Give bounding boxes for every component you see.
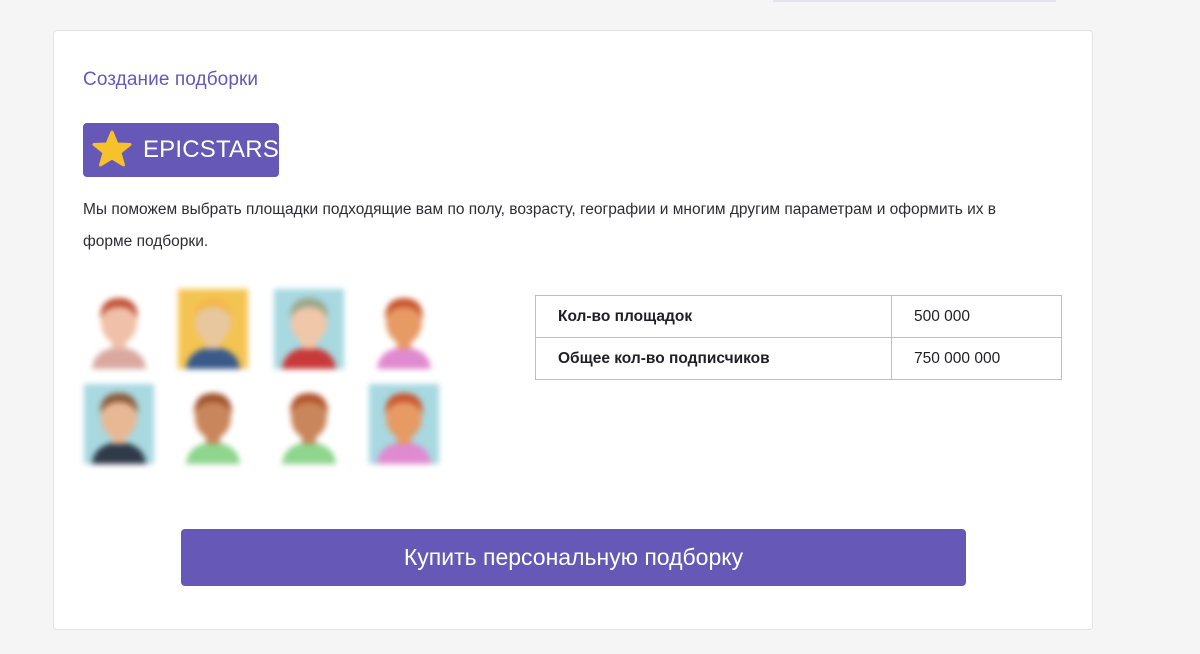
table-row: Кол-во площадок 500 000 xyxy=(535,295,1062,338)
stat-value: 750 000 000 xyxy=(891,337,1062,380)
brand-name: EPICSTARS xyxy=(142,136,279,163)
buy-collection-button[interactable]: Купить персональную подборку xyxy=(181,529,966,586)
avatar xyxy=(178,384,248,464)
brand-logo: EPICSTARS xyxy=(83,123,279,177)
stat-label: Кол-во площадок xyxy=(535,295,892,338)
avatar xyxy=(84,289,154,369)
avatar xyxy=(84,384,154,464)
avatar xyxy=(178,289,248,369)
top-strip xyxy=(773,0,1056,2)
avatar-grid xyxy=(84,289,464,479)
table-row: Общее кол-во подписчиков 750 000 000 xyxy=(535,337,1062,380)
avatar xyxy=(274,289,344,369)
description-text: Мы поможем выбрать площадки подходящие в… xyxy=(83,201,997,250)
stat-label: Общее кол-во подписчиков xyxy=(535,337,892,380)
star-icon xyxy=(90,128,134,172)
stat-value: 500 000 xyxy=(891,295,1062,338)
avatar xyxy=(369,384,439,464)
avatar xyxy=(274,384,344,464)
avatar xyxy=(369,289,439,369)
collection-card: Создание подборки EPICSTARS Мы поможем в… xyxy=(53,30,1093,630)
stats-table: Кол-во площадок 500 000 Общее кол-во под… xyxy=(535,295,1062,380)
page-title: Создание подборки xyxy=(83,69,259,90)
